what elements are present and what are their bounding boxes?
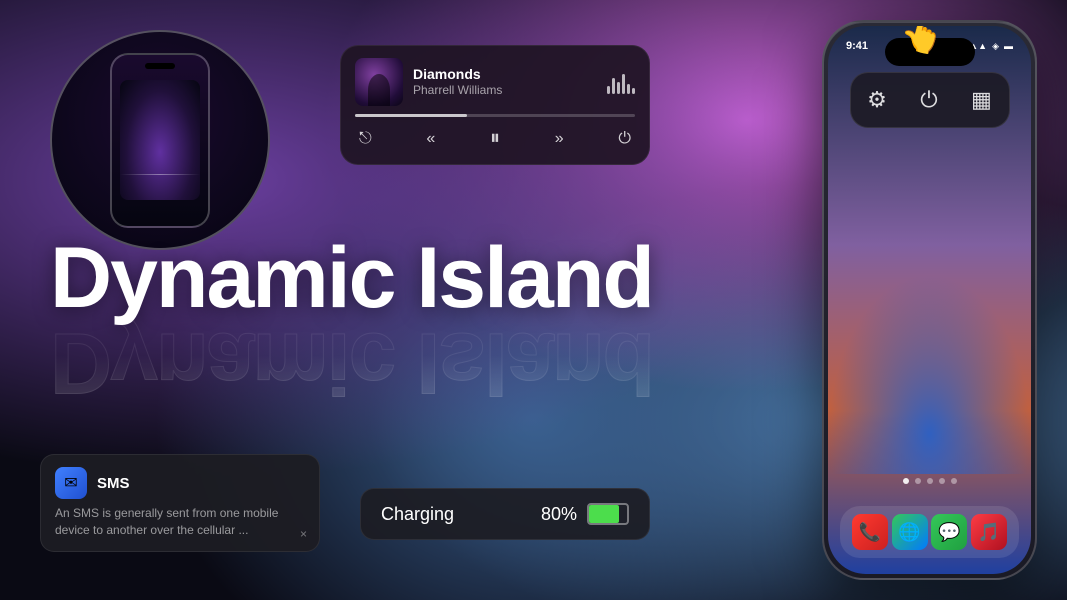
bar-3 <box>617 82 620 94</box>
status-time: 9:41 <box>846 40 868 52</box>
dot-5 <box>951 478 957 484</box>
wifi-icon: ◈ <box>992 41 999 52</box>
battery-icon: ▬ <box>1004 41 1013 51</box>
charging-label: Charging <box>381 504 454 525</box>
safari-app-icon: 🌐 <box>898 522 920 543</box>
dock-app-safari[interactable]: 🌐 <box>892 514 928 550</box>
music-progress-bar[interactable] <box>355 114 635 117</box>
phone-screen <box>120 80 200 200</box>
charging-widget: Charging 80% <box>360 488 650 540</box>
power-button[interactable]: ⏻ <box>618 130 631 148</box>
dock-app-messages[interactable]: 💬 <box>931 514 967 550</box>
dot-1 <box>903 478 909 484</box>
phone-dock: 📞 🌐 💬 🎵 <box>840 506 1019 558</box>
charging-percent: 80% <box>541 504 577 525</box>
phone-notch <box>145 63 175 69</box>
dock-app-music[interactable]: 🎵 <box>971 514 1007 550</box>
sms-notification: ✉ SMS An SMS is generally sent from one … <box>40 454 320 552</box>
music-widget: Diamonds Pharrell Williams ⎋ « ⏸ » ⏻ <box>340 45 650 165</box>
dot-4 <box>939 478 945 484</box>
charging-battery-icon <box>587 503 629 525</box>
settings-icon[interactable]: ⚙ <box>867 87 887 113</box>
share-button[interactable]: ⎋ <box>359 130 372 148</box>
dynamic-island-pill[interactable]: 👆 <box>885 38 975 66</box>
screen-decoration <box>120 174 200 176</box>
sms-close-button[interactable]: × <box>300 527 307 541</box>
volume-down-button[interactable] <box>822 162 824 192</box>
sms-app-name: SMS <box>97 475 130 492</box>
page-title: Dynamic Island <box>50 235 653 321</box>
charging-battery-fill <box>589 505 619 523</box>
right-phone: 9:41 ▲▲▲ ◈ ▬ 👆 ⚙ ⏻ ▦ <box>822 20 1037 580</box>
rewind-button[interactable]: « <box>426 130 435 148</box>
power-icon[interactable]: ⏻ <box>920 87 937 113</box>
dock-app-phone[interactable]: 📞 <box>852 514 888 550</box>
bar-2 <box>612 78 615 94</box>
charging-info: 80% <box>541 503 629 525</box>
sms-header: ✉ SMS <box>55 467 305 499</box>
left-phone-device <box>110 53 210 228</box>
sms-app-icon: ✉ <box>55 467 87 499</box>
phone-frame: 9:41 ▲▲▲ ◈ ▬ 👆 ⚙ ⏻ ▦ <box>822 20 1037 580</box>
left-phone-circle <box>50 30 270 250</box>
album-art <box>355 58 403 106</box>
volume-up-button[interactable] <box>822 122 824 152</box>
music-widget-top: Diamonds Pharrell Williams <box>355 58 635 106</box>
messages-app-icon: 💬 <box>938 522 960 543</box>
music-artist: Pharrell Williams <box>413 83 597 99</box>
music-progress-fill <box>355 114 467 117</box>
audio-bars <box>607 70 635 94</box>
title-reflection: Dynamic Island <box>50 320 653 406</box>
dot-3 <box>927 478 933 484</box>
album-figure <box>368 74 390 106</box>
forward-button[interactable]: » <box>555 130 564 148</box>
side-button[interactable] <box>1035 142 1037 192</box>
bar-1 <box>607 86 610 94</box>
bar-4 <box>622 74 625 94</box>
music-app-icon: 🎵 <box>978 522 1000 543</box>
hand-cursor-icon: 👆 <box>895 26 949 60</box>
phone-app-icon: 📞 <box>859 522 881 543</box>
music-title: Diamonds <box>413 66 597 83</box>
bar-6 <box>632 88 635 94</box>
wallpaper-blob <box>828 274 1031 474</box>
qr-icon[interactable]: ▦ <box>971 87 992 113</box>
home-page-dots <box>828 478 1031 484</box>
dot-2 <box>915 478 921 484</box>
music-controls: ⎋ « ⏸ » ⏻ <box>355 127 635 150</box>
sms-body-text: An SMS is generally sent from one mobile… <box>55 505 305 539</box>
island-popup-menu: ⚙ ⏻ ▦ <box>850 72 1010 128</box>
bar-5 <box>627 84 630 94</box>
pause-button[interactable]: ⏸ <box>490 127 500 150</box>
music-info: Diamonds Pharrell Williams <box>413 66 597 98</box>
phone-screen: 9:41 ▲▲▲ ◈ ▬ 👆 ⚙ ⏻ ▦ <box>828 26 1031 574</box>
